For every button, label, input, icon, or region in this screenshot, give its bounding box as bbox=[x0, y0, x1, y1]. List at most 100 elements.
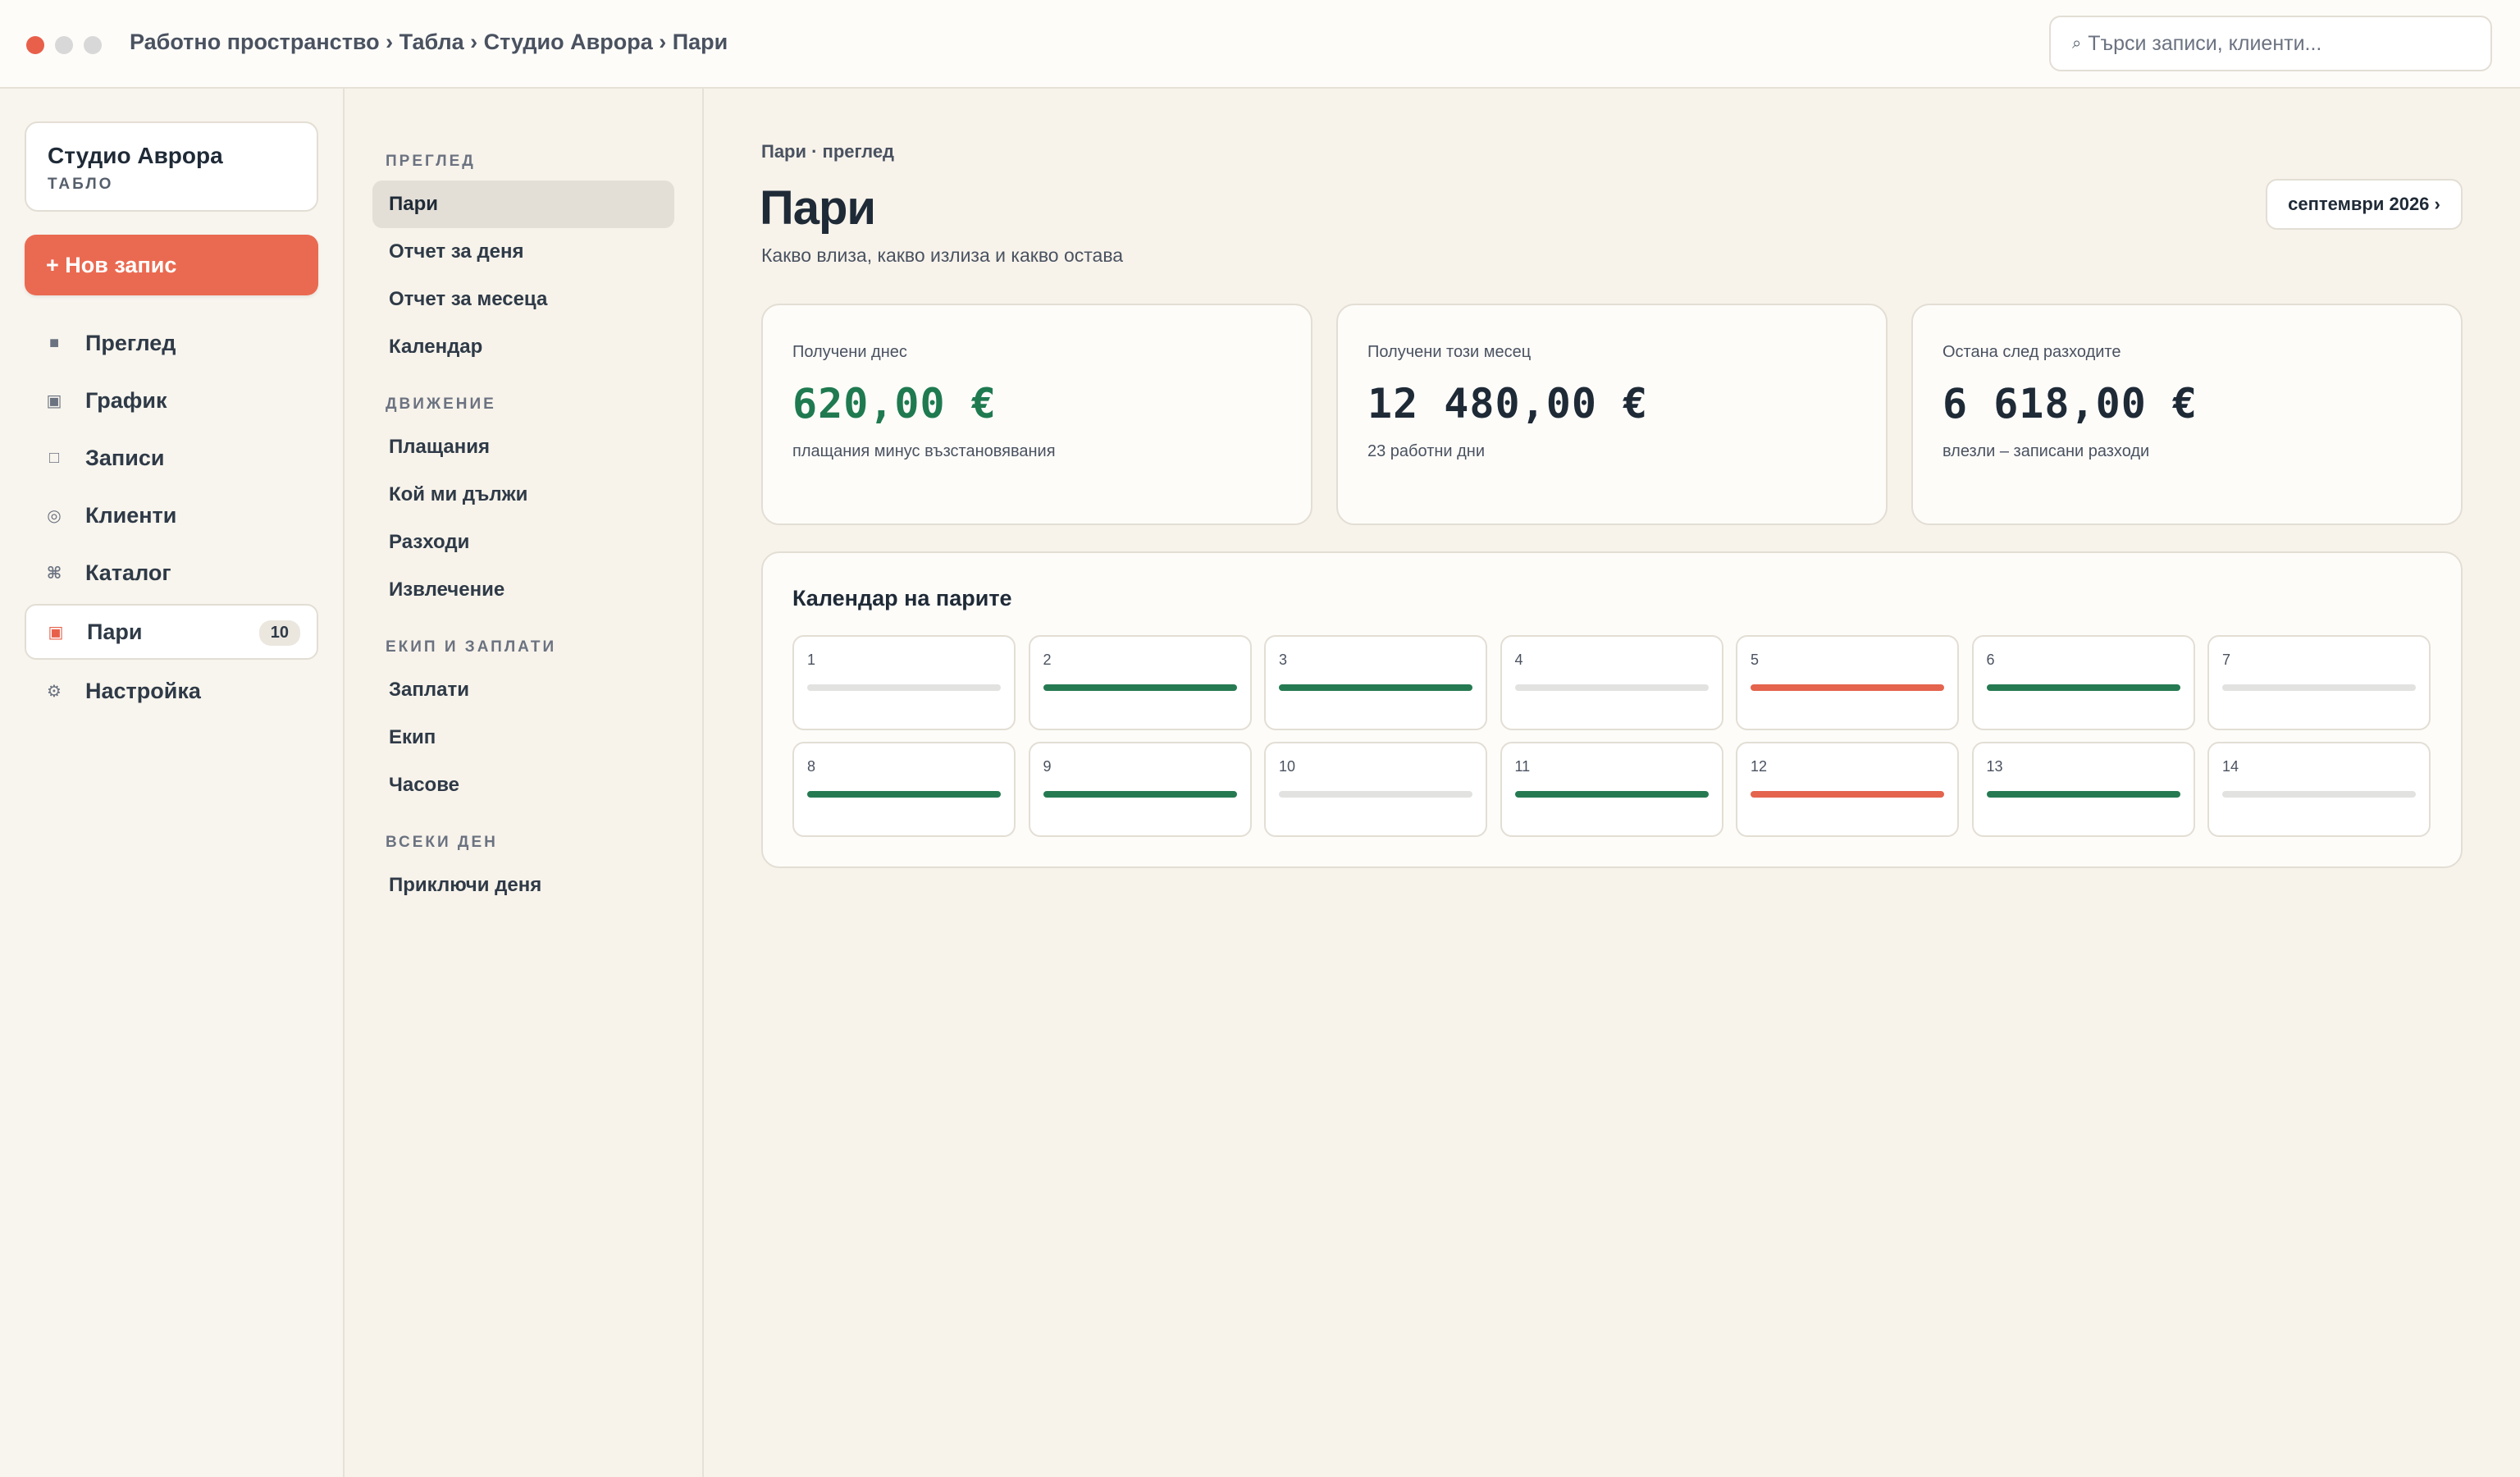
calendar-day[interactable]: 7 bbox=[2207, 635, 2431, 730]
stat-label: Получени този месец bbox=[1367, 343, 1532, 361]
calendar-day-status-bar bbox=[2222, 791, 2416, 798]
calendar-day[interactable]: 9 bbox=[1028, 742, 1252, 837]
calendar-day-status-bar bbox=[1279, 791, 1472, 798]
subnav-item-daily-report[interactable]: Отчет за деня bbox=[372, 228, 674, 276]
search-box[interactable]: ⌕ bbox=[2049, 16, 2492, 71]
calendar-day-status-bar bbox=[2222, 684, 2416, 691]
breadcrumb: Работно пространство › Табла › Студио Ав… bbox=[130, 30, 728, 54]
sidebar-item-overview[interactable]: ■ Преглед bbox=[25, 315, 318, 371]
subnav-item-hours[interactable]: Часове bbox=[372, 761, 674, 809]
calendar-day-status-bar bbox=[807, 791, 1001, 798]
section-heading-movement: ДВИЖЕНИЕ bbox=[386, 396, 496, 413]
money-icon: ▣ bbox=[48, 623, 64, 642]
calendar-day[interactable]: 11 bbox=[1500, 742, 1723, 837]
stat-value: 12 480,00 € bbox=[1367, 380, 1649, 428]
calendar-day-number: 13 bbox=[1986, 758, 2003, 775]
sidebar-item-records[interactable]: □ Записи bbox=[25, 430, 318, 486]
calendar-day-number: 6 bbox=[1986, 652, 1995, 668]
calendar-day[interactable]: 1 bbox=[792, 635, 1016, 730]
calendar-day-status-bar bbox=[807, 684, 1001, 691]
schedule-icon: ▣ bbox=[46, 391, 62, 410]
calendar-title: Календар на парите bbox=[792, 586, 1012, 610]
stat-note: 23 работни дни bbox=[1367, 442, 1486, 460]
section-heading-daily: ВСЕКИ ДЕН bbox=[386, 834, 498, 851]
calendar-day-status-bar bbox=[1514, 684, 1709, 691]
calendar-day[interactable]: 8 bbox=[792, 742, 1016, 837]
calendar-day-number: 8 bbox=[807, 758, 816, 775]
subnav-item-who-owes[interactable]: Кой ми дължи bbox=[372, 471, 674, 519]
new-record-button[interactable]: + Нов запис bbox=[25, 235, 318, 295]
calendar-day-status-bar bbox=[1751, 684, 1944, 691]
minimize-window-button[interactable] bbox=[55, 36, 73, 54]
title-bar: Работно пространство › Табла › Студио Ав… bbox=[0, 0, 2520, 89]
calendar-day[interactable]: 3 bbox=[1264, 635, 1487, 730]
subnav-item-close-day[interactable]: Приключи деня bbox=[372, 862, 674, 909]
sidebar-item-label: Преглед bbox=[85, 330, 176, 355]
subnav-item-calendar[interactable]: Календар bbox=[372, 323, 674, 371]
month-picker-button[interactable]: септември 2026 › bbox=[2266, 179, 2463, 230]
calendar-day-number: 2 bbox=[1043, 652, 1052, 668]
page-title: Пари bbox=[760, 181, 876, 235]
stat-card-remaining: Остана след разходите 6 618,00 € влезли … bbox=[1911, 304, 2463, 525]
workspace-card[interactable]: Студио Аврора ТАБЛО bbox=[25, 121, 318, 212]
subnav-item-expenses[interactable]: Разходи bbox=[372, 519, 674, 566]
sidebar-item-clients[interactable]: ◎ Клиенти bbox=[25, 487, 318, 543]
calendar-day[interactable]: 10 bbox=[1264, 742, 1487, 837]
settings-icon: ⚙ bbox=[47, 682, 62, 701]
close-window-button[interactable] bbox=[26, 36, 44, 54]
calendar-day-number: 10 bbox=[1279, 758, 1296, 775]
workspace-name: Студио Аврора bbox=[48, 143, 223, 168]
maximize-window-button[interactable] bbox=[84, 36, 102, 54]
stat-card-month: Получени този месец 12 480,00 € 23 работ… bbox=[1336, 304, 1888, 525]
count-badge: 10 bbox=[258, 620, 300, 646]
subnav-item-team[interactable]: Екип bbox=[372, 714, 674, 761]
calendar-day[interactable]: 12 bbox=[1736, 742, 1959, 837]
calendar-day-number: 14 bbox=[2222, 758, 2239, 775]
subnav-item-money[interactable]: Пари bbox=[372, 181, 674, 228]
sidebar-item-label: Пари bbox=[87, 619, 143, 644]
calendar-day-number: 12 bbox=[1751, 758, 1768, 775]
calendar-day-number: 7 bbox=[2222, 652, 2231, 668]
calendar-day[interactable]: 13 bbox=[1971, 742, 2195, 837]
calendar-day-number: 11 bbox=[1514, 758, 1531, 775]
sidebar-item-label: Каталог bbox=[85, 560, 171, 585]
subnav-item-payments[interactable]: Плащания bbox=[372, 423, 674, 471]
sidebar-item-settings[interactable]: ⚙ Настройка bbox=[25, 663, 318, 719]
money-calendar: Календар на парите 1 2 3 4 5 6 7 8 9 10 11 12 13 14 bbox=[761, 551, 2463, 868]
sidebar-item-schedule[interactable]: ▣ График bbox=[25, 373, 318, 428]
calendar-day-status-bar bbox=[1986, 791, 2180, 798]
sidebar-item-catalog[interactable]: ⌘ Каталог bbox=[25, 545, 318, 601]
subnav-item-salaries[interactable]: Заплати bbox=[372, 666, 674, 714]
calendar-day-number: 9 bbox=[1043, 758, 1052, 775]
calendar-day-number: 1 bbox=[807, 652, 816, 668]
page-eyebrow: Пари · преглед bbox=[761, 141, 895, 162]
calendar-day[interactable]: 5 bbox=[1736, 635, 1959, 730]
subnav-item-monthly-report[interactable]: Отчет за месеца bbox=[372, 276, 674, 323]
calendar-day-status-bar bbox=[1043, 791, 1237, 798]
section-heading-team: ЕКИП И ЗАПЛАТИ bbox=[386, 638, 557, 656]
stat-value: 6 618,00 € bbox=[1942, 380, 2198, 428]
calendar-day[interactable]: 14 bbox=[2207, 742, 2431, 837]
subnav-item-statement[interactable]: Извлечение bbox=[372, 566, 674, 614]
calendar-day[interactable]: 4 bbox=[1500, 635, 1723, 730]
search-icon: ⌕ bbox=[2072, 34, 2082, 53]
stat-card-today: Получени днес 620,00 € плащания минус въ… bbox=[761, 304, 1312, 525]
calendar-day-status-bar bbox=[1043, 684, 1237, 691]
stat-label: Получени днес bbox=[792, 343, 907, 361]
stat-note: влезли – записани разходи bbox=[1942, 442, 2150, 460]
search-input[interactable] bbox=[2088, 31, 2466, 56]
calendar-day-number: 4 bbox=[1514, 652, 1523, 668]
sidebar-item-label: Настройка bbox=[85, 678, 201, 703]
stat-value: 620,00 € bbox=[792, 380, 997, 428]
section-heading-overview: ПРЕГЛЕД bbox=[386, 153, 476, 170]
calendar-day-number: 5 bbox=[1751, 652, 1760, 668]
section-nav: ПРЕГЛЕД Пари Отчет за деня Отчет за месе… bbox=[346, 89, 704, 1477]
sidebar-item-label: График bbox=[85, 387, 167, 413]
records-icon: □ bbox=[48, 448, 60, 467]
sidebar-item-money[interactable]: ▣ Пари 10 bbox=[25, 604, 318, 660]
calendar-day[interactable]: 2 bbox=[1028, 635, 1252, 730]
page-subtitle: Какво влиза, какво излиза и какво остава bbox=[761, 245, 1124, 266]
calendar-day[interactable]: 6 bbox=[1971, 635, 2195, 730]
stat-note: плащания минус възстановявания bbox=[792, 442, 1056, 460]
sidebar-item-label: Клиенти bbox=[85, 502, 177, 528]
